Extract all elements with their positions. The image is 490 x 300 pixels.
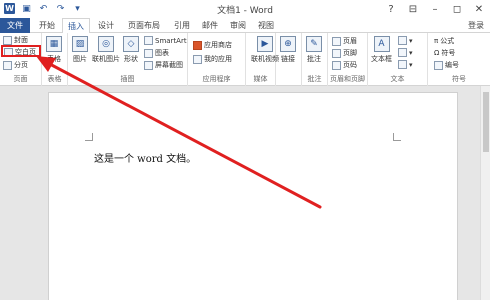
online-video-button[interactable]: ▶ 联机视频 — [251, 36, 279, 64]
quick-parts-button[interactable]: ▾ — [398, 36, 413, 45]
group-label-table: 表格 — [47, 75, 62, 83]
group-media: ▶ 联机视频 媒体 — [246, 33, 279, 86]
number-button[interactable]: 编号 — [434, 60, 459, 70]
window-controls: ? ⊟ – ◻ ✕ — [380, 0, 490, 18]
header-button[interactable]: 页眉 — [332, 36, 357, 46]
smartart-button[interactable]: SmartArt — [144, 36, 187, 45]
group-label-illustrations: 插图 — [120, 75, 135, 83]
document-page[interactable]: 这是一个 word 文档。 — [48, 92, 458, 300]
page-number-icon — [332, 60, 341, 70]
comment-icon: ✎ — [306, 36, 322, 52]
ribbon: 封面 空白页 分页 页面 ▦ 表格 表格 ▨ 图片 ◎ 联机图片 ◇ 形状 Sm… — [0, 33, 490, 86]
tab-review[interactable]: 审阅 — [226, 18, 250, 33]
table-icon: ▦ — [46, 36, 62, 52]
wordart-button[interactable]: ▾ — [398, 48, 413, 57]
footer-button[interactable]: 页脚 — [332, 48, 357, 58]
group-label-header-footer: 页眉和页脚 — [330, 75, 365, 83]
group-symbols: π 公式 Ω 符号 编号 符号 — [428, 33, 490, 86]
omega-icon: Ω — [434, 49, 440, 57]
maximize-button[interactable]: ◻ — [446, 0, 468, 18]
help-button[interactable]: ? — [380, 0, 402, 18]
dropdown-icon: ▾ — [409, 48, 413, 57]
cover-button[interactable]: 封面 — [3, 35, 28, 45]
group-text: A 文本框 ▾ ▾ ▾ 文本 — [368, 33, 428, 86]
number-icon — [434, 60, 443, 70]
shapes-icon: ◇ — [123, 36, 139, 52]
symbol-button[interactable]: Ω 符号 — [434, 48, 455, 58]
group-label-pages: 页面 — [13, 75, 28, 83]
minimize-button[interactable]: – — [424, 0, 446, 18]
chart-button[interactable]: 图表 — [144, 48, 169, 58]
group-pages: 封面 空白页 分页 页面 — [0, 33, 42, 86]
screenshot-button[interactable]: 屏幕截图 — [144, 60, 183, 70]
tab-view[interactable]: 视图 — [254, 18, 278, 33]
tab-file[interactable]: 文件 — [0, 18, 30, 33]
textbox-button[interactable]: A 文本框 — [371, 36, 392, 64]
cover-page-icon — [3, 35, 12, 45]
group-label-apps: 应用程序 — [202, 75, 231, 83]
page-break-button[interactable]: 分页 — [3, 60, 28, 70]
page-break-icon — [3, 60, 12, 70]
group-label-comments: 批注 — [307, 75, 322, 83]
my-apps-icon — [193, 54, 202, 64]
equation-button[interactable]: π 公式 — [434, 36, 454, 46]
pi-icon: π — [434, 37, 439, 45]
login-link[interactable]: 登录 — [468, 20, 484, 31]
document-area: 这是一个 word 文档。 — [0, 86, 490, 300]
smartart-icon — [144, 36, 153, 45]
margin-corner-tl — [85, 133, 93, 141]
page-number-button[interactable]: 页码 — [332, 60, 357, 70]
document-body-text[interactable]: 这是一个 word 文档。 — [94, 150, 196, 165]
link-icon: ⊕ — [280, 36, 296, 52]
screenshot-icon — [144, 60, 153, 70]
comment-button[interactable]: ✎ 批注 — [306, 36, 322, 64]
vertical-scrollbar[interactable] — [480, 86, 490, 300]
picture-button[interactable]: ▨ 图片 — [72, 36, 88, 64]
close-button[interactable]: ✕ — [468, 0, 490, 18]
table-button[interactable]: ▦ 表格 — [46, 36, 62, 64]
store-icon — [193, 40, 202, 50]
group-illustrations: ▨ 图片 ◎ 联机图片 ◇ 形状 SmartArt 图表 屏幕截图 插图 — [68, 33, 188, 86]
tab-home[interactable]: 开始 — [34, 18, 60, 33]
header-icon — [332, 36, 341, 46]
margin-corner-tr — [393, 133, 401, 141]
dropdown-icon: ▾ — [409, 60, 413, 69]
footer-icon — [332, 48, 341, 58]
online-picture-icon: ◎ — [98, 36, 114, 52]
drop-cap-button[interactable]: ▾ — [398, 60, 413, 69]
group-links: ⊕ 链接 — [276, 33, 302, 86]
group-label-symbols: 符号 — [452, 75, 466, 83]
links-button[interactable]: ⊕ 链接 — [280, 36, 296, 64]
shapes-button[interactable]: ◇ 形状 — [123, 36, 139, 64]
ribbon-display-button[interactable]: ⊟ — [402, 0, 424, 18]
tab-layout[interactable]: 页面布局 — [122, 18, 166, 33]
textbox-icon: A — [373, 36, 390, 52]
ribbon-tab-bar: 文件 开始 插入 设计 页面布局 引用 邮件 审阅 视图 登录 — [0, 18, 490, 34]
group-table: ▦ 表格 表格 — [42, 33, 68, 86]
drop-cap-icon — [398, 60, 407, 69]
group-apps: 应用商店 我的应用 应用程序 — [188, 33, 246, 86]
tab-insert[interactable]: 插入 — [62, 18, 90, 34]
online-picture-button[interactable]: ◎ 联机图片 — [92, 36, 120, 64]
chart-icon — [144, 48, 153, 58]
dropdown-icon: ▾ — [409, 36, 413, 45]
picture-icon: ▨ — [72, 36, 88, 52]
my-apps-button[interactable]: 我的应用 — [193, 54, 232, 64]
group-comments: ✎ 批注 批注 — [302, 33, 328, 86]
scrollbar-thumb[interactable] — [483, 92, 489, 152]
wordart-icon — [398, 48, 407, 57]
group-header-footer: 页眉 页脚 页码 页眉和页脚 — [328, 33, 368, 86]
tab-mailings[interactable]: 邮件 — [198, 18, 222, 33]
title-bar: W ▣ ↶ ↷ ▾ 文档1 - Word ? ⊟ – ◻ ✕ — [0, 0, 490, 18]
tab-references[interactable]: 引用 — [170, 18, 194, 33]
office-store-button[interactable]: 应用商店 — [193, 40, 232, 50]
online-video-icon: ▶ — [257, 36, 273, 52]
group-label-text: 文本 — [390, 75, 405, 83]
quick-parts-icon — [398, 36, 407, 45]
tab-design[interactable]: 设计 — [94, 18, 118, 33]
blank-page-highlight — [1, 45, 41, 57]
group-label-media: 媒体 — [253, 75, 268, 83]
